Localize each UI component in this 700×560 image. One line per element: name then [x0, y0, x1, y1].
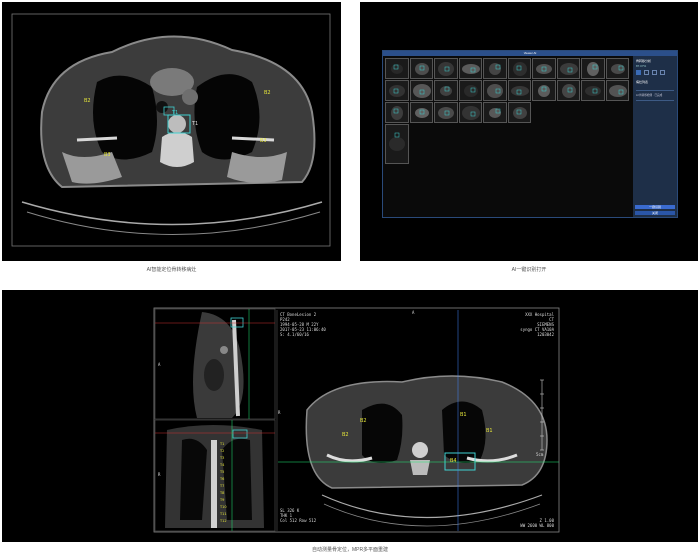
side-tools	[636, 70, 674, 76]
series-thumbnail[interactable]	[483, 80, 507, 101]
series-thumbnail[interactable]	[507, 80, 531, 101]
spine-level-label: T1	[220, 442, 225, 446]
series-thumbnail[interactable]	[532, 58, 556, 79]
side-divider	[636, 100, 674, 101]
side-title: 骨转移分析	[636, 59, 652, 63]
series-thumbnail[interactable]	[581, 80, 605, 101]
spine-level-label: T6	[220, 477, 225, 481]
overlay-line: S: 4.1/60/16	[280, 332, 309, 337]
series-thumbnail[interactable]	[507, 102, 531, 123]
lesion-label: T1	[172, 110, 179, 116]
series-thumbnail[interactable]	[605, 58, 629, 79]
side-divider	[636, 90, 674, 91]
series-thumbnail[interactable]	[385, 124, 409, 164]
overlay-line: Col 512 Row 512	[280, 518, 317, 523]
overlay-line: WW 2600 WL 800	[520, 523, 554, 528]
orientation-marker: A	[158, 362, 161, 367]
series-thumbnail[interactable]	[458, 80, 482, 101]
mpr-image	[153, 307, 560, 533]
series-thumbnail[interactable]	[458, 58, 482, 79]
side-panel: 骨转移分析 87.07% 病灶列表 AI 骨转移检测 · 已完成 一键识别 关闭	[633, 56, 677, 217]
lesion-label: B3	[260, 138, 267, 144]
spine-level-label: T4	[220, 463, 225, 467]
tool-icon[interactable]	[644, 70, 649, 75]
spine-level-label: T8	[220, 491, 225, 495]
tool-icon[interactable]	[660, 70, 665, 75]
series-thumbnail[interactable]	[581, 58, 605, 79]
series-thumbnail[interactable]	[483, 58, 507, 79]
caption-ai-lesion: AI智能定位骨转移病灶	[146, 267, 197, 273]
series-thumbnail[interactable]	[605, 80, 629, 101]
tool-icon[interactable]	[636, 70, 641, 75]
dialog-window: Viewer AI 骨转移分析 87.07% 病灶列表 AI 骨转移检测 · 已…	[382, 50, 678, 218]
lesion-label: B3	[104, 152, 111, 158]
series-thumbnail[interactable]	[434, 58, 458, 79]
spine-level-label: T10	[220, 505, 227, 509]
orientation-marker: R	[278, 410, 281, 415]
series-thumbnail[interactable]	[556, 80, 580, 101]
series-thumbnail[interactable]	[409, 102, 433, 123]
spine-level-label: T12	[220, 519, 227, 523]
mpr-viewport[interactable]: CT BoneLesion 2 P242 1994-05-28 M 22Y 2017-…	[2, 290, 698, 542]
study-info-left: CT BoneLesion 2 P242 1994-05-28 M 22Y 2017-…	[280, 312, 326, 337]
orientation-marker: A	[412, 310, 415, 315]
ai-lesion-viewport[interactable]: B2 B2 B3 B3 T1 T1	[2, 2, 341, 261]
caption-mpr: 自动测量骨定位，MPR多平面重建	[311, 547, 389, 553]
lesion-label: B2	[342, 432, 349, 438]
oneclick-detect-button[interactable]: 一键识别	[635, 205, 675, 209]
side-note: AI 骨转移检测 · 已完成	[636, 94, 663, 97]
side-value: 87.07%	[636, 64, 647, 68]
series-thumbnail[interactable]	[434, 102, 458, 123]
lesion-label: B1	[486, 428, 493, 434]
spine-level-label: T3	[220, 456, 225, 460]
series-thumbnail[interactable]	[385, 80, 409, 101]
spine-level-label: T2	[220, 449, 225, 453]
ai-oneclick-viewport[interactable]: Viewer AI 骨转移分析 87.07% 病灶列表 AI 骨转移检测 · 已…	[360, 2, 698, 261]
spine-level-label: T11	[220, 512, 227, 516]
series-thumbnail[interactable]	[483, 102, 507, 123]
spine-level-label: T5	[220, 470, 225, 474]
thumbnail-grid	[385, 58, 631, 214]
tool-icon[interactable]	[652, 70, 657, 75]
series-thumbnail[interactable]	[434, 80, 458, 101]
lesion-label: B2	[360, 418, 367, 424]
window-info: Z 1.00 WW 2600 WL 800	[502, 518, 554, 528]
slice-info: SL 326 K THK 1 Col 512 Row 512	[280, 508, 316, 523]
series-thumbnail[interactable]	[507, 58, 531, 79]
lesion-label: T1	[192, 121, 199, 127]
study-info-right: XXX Hospital CT SIEMENS syngo CT VA10A 12030…	[502, 312, 554, 337]
spine-level-label: T9	[220, 498, 225, 502]
lesion-label: B1	[460, 412, 467, 418]
side-section: 病灶列表	[636, 80, 649, 84]
caption-ai-oneclick: AI一键识别打开	[511, 267, 547, 273]
series-thumbnail[interactable]	[556, 58, 580, 79]
lesion-label: B2	[84, 98, 91, 104]
overlay-line: 1203042	[537, 332, 554, 337]
lesion-label: B4	[450, 458, 457, 464]
orientation-marker: R	[158, 472, 161, 477]
series-thumbnail[interactable]	[385, 102, 409, 123]
ruler-label: 5cm	[536, 452, 544, 457]
series-thumbnail[interactable]	[532, 80, 556, 101]
series-thumbnail[interactable]	[458, 102, 482, 123]
spine-level-label: T7	[220, 484, 225, 488]
series-thumbnail[interactable]	[409, 80, 433, 101]
series-thumbnail[interactable]	[385, 58, 409, 79]
close-button[interactable]: 关闭	[635, 211, 675, 215]
axial-ct-image	[11, 13, 331, 247]
series-thumbnail[interactable]	[409, 58, 433, 79]
lesion-label: B2	[264, 90, 271, 96]
